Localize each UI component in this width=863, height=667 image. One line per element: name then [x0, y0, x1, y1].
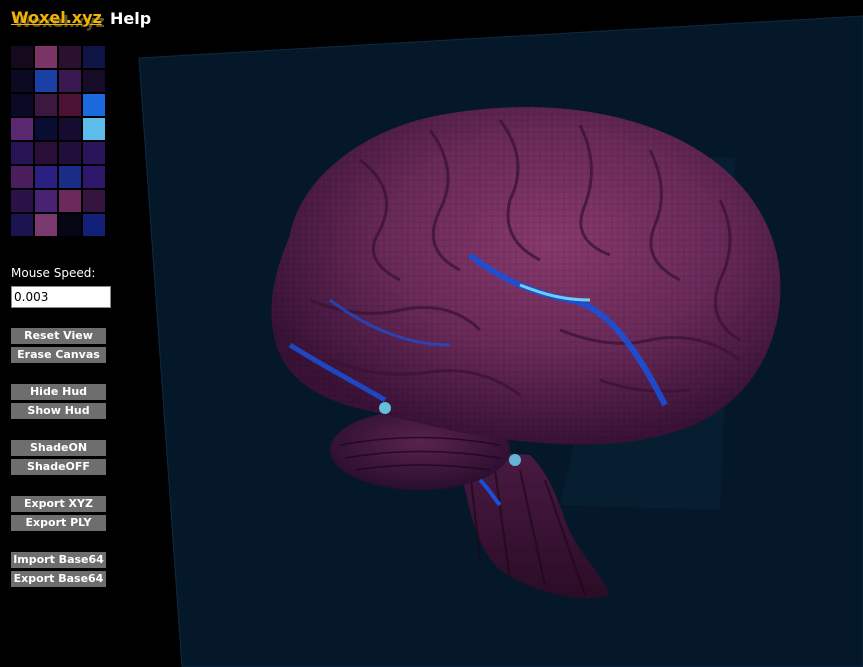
palette-swatch[interactable]	[59, 190, 81, 212]
palette-swatch[interactable]	[59, 46, 81, 68]
palette-swatch[interactable]	[83, 214, 105, 236]
palette-swatch[interactable]	[83, 166, 105, 188]
palette-swatch[interactable]	[35, 190, 57, 212]
palette-swatch[interactable]	[59, 70, 81, 92]
mouse-speed-label: Mouse Speed:	[11, 266, 96, 280]
cerebellum	[330, 410, 510, 490]
palette-swatch[interactable]	[35, 118, 57, 140]
shade-off-button[interactable]: ShadeOFF	[11, 459, 106, 475]
palette-swatch[interactable]	[11, 166, 33, 188]
palette-swatch[interactable]	[11, 118, 33, 140]
palette-swatch[interactable]	[83, 70, 105, 92]
palette-swatch[interactable]	[83, 142, 105, 164]
palette-swatch[interactable]	[11, 190, 33, 212]
palette-swatch[interactable]	[59, 142, 81, 164]
help-link[interactable]: Help	[110, 9, 151, 28]
palette-swatch[interactable]	[59, 94, 81, 116]
hide-hud-button[interactable]: Hide Hud	[11, 384, 106, 400]
palette-swatch[interactable]	[11, 46, 33, 68]
palette-swatch[interactable]	[59, 118, 81, 140]
palette-swatch[interactable]	[35, 166, 57, 188]
color-palette	[11, 46, 107, 236]
shade-on-button[interactable]: ShadeON	[11, 440, 106, 456]
erase-canvas-button[interactable]: Erase Canvas	[11, 347, 106, 363]
export-ply-button[interactable]: Export PLY	[11, 515, 106, 531]
palette-swatch[interactable]	[11, 214, 33, 236]
brain-stem	[455, 450, 610, 599]
back-plane	[560, 157, 735, 510]
palette-swatch[interactable]	[35, 94, 57, 116]
cerebrum	[271, 107, 781, 445]
palette-swatch[interactable]	[35, 46, 57, 68]
palette-swatch[interactable]	[35, 70, 57, 92]
brand-link[interactable]: Woxel.xyz	[11, 8, 102, 27]
palette-swatch[interactable]	[11, 94, 33, 116]
palette-swatch[interactable]	[35, 142, 57, 164]
mouse-speed-input[interactable]	[11, 286, 111, 308]
palette-swatch[interactable]	[59, 166, 81, 188]
palette-swatch[interactable]	[59, 214, 81, 236]
palette-swatch[interactable]	[11, 70, 33, 92]
import-base64-button[interactable]: Import Base64	[11, 552, 106, 568]
palette-swatch[interactable]	[11, 142, 33, 164]
export-base64-button[interactable]: Export Base64	[11, 571, 106, 587]
palette-swatch[interactable]	[35, 214, 57, 236]
palette-swatch[interactable]	[83, 46, 105, 68]
brand-area: Woxel.xyz Woxel.xyz	[11, 8, 105, 31]
reset-view-button[interactable]: Reset View	[11, 328, 106, 344]
woxel-app: Woxel.xyz Woxel.xyz Help Mouse Speed: Re…	[0, 0, 863, 667]
fissure-highlight	[468, 252, 668, 407]
palette-swatch[interactable]	[83, 94, 105, 116]
show-hud-button[interactable]: Show Hud	[11, 403, 106, 419]
ground-plane	[138, 15, 863, 667]
gyri-folds	[309, 119, 741, 397]
palette-swatch[interactable]	[83, 118, 105, 140]
voxel-canvas[interactable]	[0, 0, 863, 667]
palette-swatch[interactable]	[83, 190, 105, 212]
export-xyz-button[interactable]: Export XYZ	[11, 496, 106, 512]
